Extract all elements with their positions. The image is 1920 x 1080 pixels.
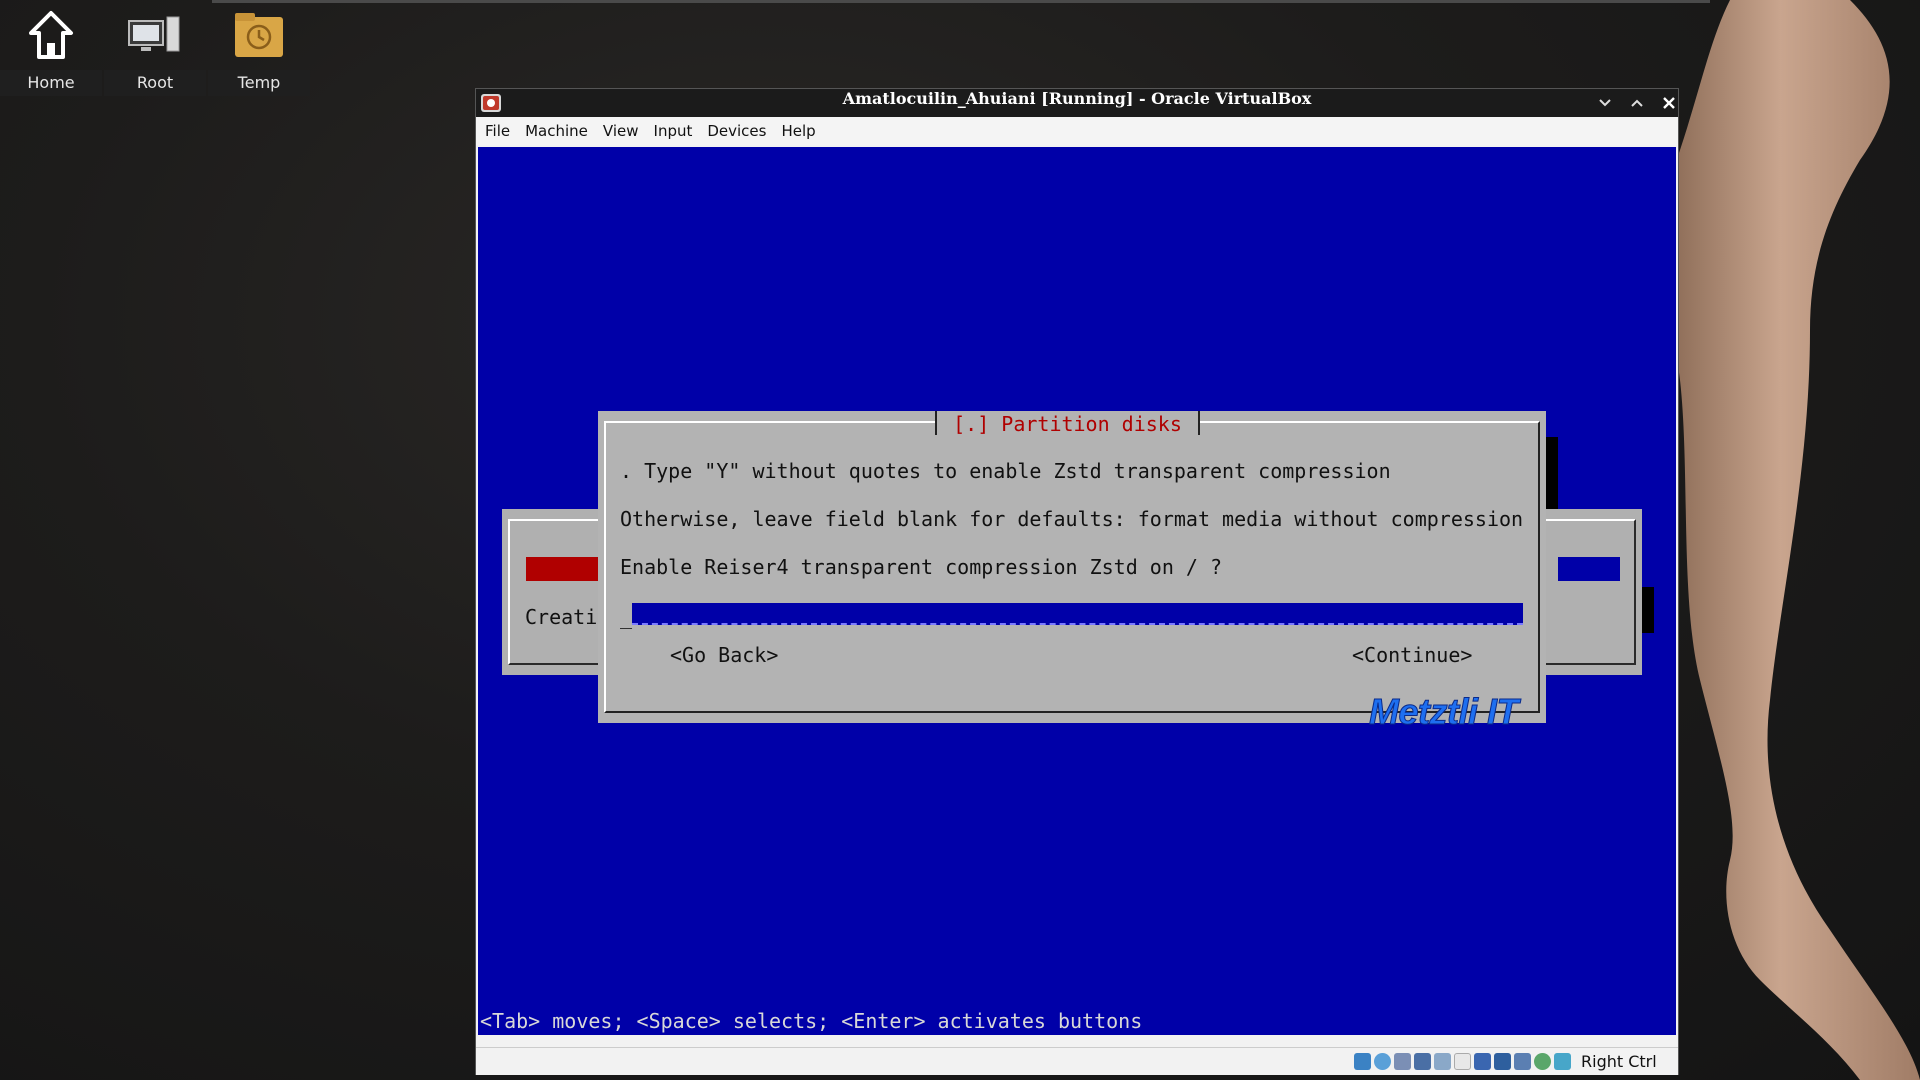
continue-button[interactable]: <Continue> — [1352, 643, 1472, 667]
desktop-icon-label: Root — [104, 70, 206, 96]
folder-clock-icon — [233, 0, 285, 70]
shared-folders-icon[interactable] — [1454, 1053, 1471, 1070]
window-title: Amatlocuilin_Ahuiani [Running] - Oracle … — [842, 89, 1312, 108]
window-titlebar[interactable]: Amatlocuilin_Ahuiani [Running] - Oracle … — [476, 89, 1678, 117]
recording-icon[interactable] — [1494, 1053, 1511, 1070]
menu-machine[interactable]: Machine — [525, 122, 588, 140]
maximize-icon[interactable] — [1624, 91, 1650, 115]
display-icon[interactable] — [1474, 1053, 1491, 1070]
statusbar: Right Ctrl — [476, 1047, 1678, 1075]
menu-devices[interactable]: Devices — [707, 122, 766, 140]
watermark-logo: Metztli IT — [1369, 691, 1519, 733]
menu-input[interactable]: Input — [654, 122, 693, 140]
keyboard-help-line: <Tab> moves; <Space> selects; <Enter> ac… — [480, 1009, 1143, 1033]
dialog-title: [.] Partition disks — [953, 412, 1182, 436]
close-icon[interactable] — [1656, 91, 1682, 115]
progress-bar-fill — [526, 557, 598, 581]
input-cursor: _ — [620, 605, 633, 629]
usb-icon[interactable] — [1434, 1053, 1451, 1070]
desktop-icon-temp[interactable]: Temp — [208, 0, 310, 96]
go-back-button[interactable]: <Go Back> — [670, 643, 778, 667]
title-left-tick — [935, 411, 937, 435]
guest-additions-icon[interactable] — [1534, 1053, 1551, 1070]
desktop-icon-label: Home — [0, 70, 102, 96]
menu-view[interactable]: View — [603, 122, 639, 140]
menu-file[interactable]: File — [485, 122, 510, 140]
dialog-prompt: Enable Reiser4 transparent compression Z… — [620, 555, 1223, 579]
host-key-label: Right Ctrl — [1581, 1052, 1657, 1071]
desktop-icon-home[interactable]: Home — [0, 0, 102, 96]
compression-input[interactable] — [632, 603, 1523, 625]
progress-bar-track — [1558, 557, 1620, 581]
hard-disk-icon[interactable] — [1354, 1053, 1371, 1070]
computer-icon — [127, 0, 183, 70]
mouse-integration-icon[interactable] — [1554, 1053, 1571, 1070]
home-icon — [27, 0, 75, 70]
progress-status-text: Creati — [525, 605, 598, 629]
optical-drive-icon[interactable] — [1374, 1053, 1391, 1070]
vm-display[interactable]: Creati [.] Partition disks . Type "Y" wi… — [478, 147, 1676, 1035]
dialog-text-line-2: Otherwise, leave field blank for default… — [620, 507, 1524, 531]
title-right-tick — [1198, 411, 1200, 435]
cpu-icon[interactable] — [1514, 1053, 1531, 1070]
top-panel-strip — [212, 0, 1710, 3]
wallpaper-image — [1660, 0, 1920, 1080]
dialog-title-box: [.] Partition disks — [935, 411, 1200, 436]
desktop-icon-label: Temp — [208, 70, 310, 96]
status-indicator-icons — [1354, 1053, 1571, 1070]
audio-icon[interactable] — [1394, 1053, 1411, 1070]
minimize-icon[interactable] — [1592, 91, 1618, 115]
menubar: File Machine View Input Devices Help — [476, 117, 1678, 145]
partition-disks-dialog: [.] Partition disks . Type "Y" without q… — [598, 411, 1546, 733]
menu-help[interactable]: Help — [781, 122, 815, 140]
desktop-icon-root[interactable]: Root — [104, 0, 206, 96]
dialog-text-line-1: . Type "Y" without quotes to enable Zstd… — [620, 459, 1391, 483]
virtualbox-window: Amatlocuilin_Ahuiani [Running] - Oracle … — [475, 88, 1679, 1075]
network-icon[interactable] — [1414, 1053, 1431, 1070]
